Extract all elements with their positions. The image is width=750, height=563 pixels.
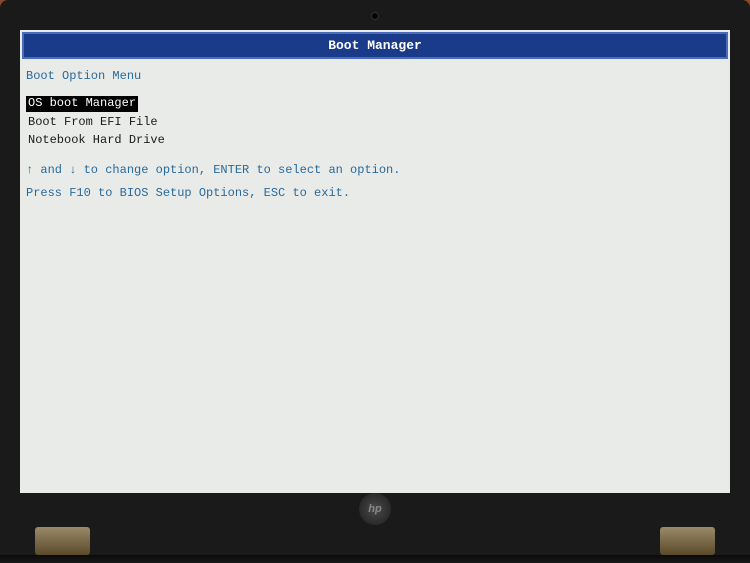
boot-option-efi-file[interactable]: Boot From EFI File <box>26 115 160 131</box>
bios-screen: Boot Manager Boot Option Menu OS boot Ma… <box>20 30 730 493</box>
keyboard-edge <box>0 555 750 563</box>
title-bar: Boot Manager <box>22 32 728 59</box>
laptop-bezel: Boot Manager Boot Option Menu OS boot Ma… <box>0 0 750 563</box>
nav-instruction: ↑ and ↓ to change option, ENTER to selec… <box>26 161 724 180</box>
hp-logo-icon: hp <box>359 493 391 525</box>
screen-title: Boot Manager <box>328 38 422 53</box>
hinge-right <box>660 527 715 555</box>
boot-options-list[interactable]: OS boot Manager Boot From EFI File Noteb… <box>26 93 724 149</box>
hinge-left <box>35 527 90 555</box>
content-area: Boot Option Menu OS boot Manager Boot Fr… <box>20 61 730 211</box>
menu-heading: Boot Option Menu <box>26 69 724 83</box>
boot-option-os-manager[interactable]: OS boot Manager <box>26 96 138 112</box>
exit-instruction: Press F10 to BIOS Setup Options, ESC to … <box>26 184 724 203</box>
webcam-icon <box>371 12 379 20</box>
boot-option-hard-drive[interactable]: Notebook Hard Drive <box>26 133 167 149</box>
